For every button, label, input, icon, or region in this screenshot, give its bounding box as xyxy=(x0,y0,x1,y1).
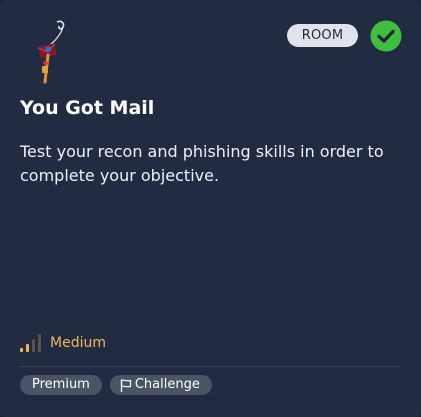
signal-bars-icon xyxy=(20,334,41,352)
tag-list: Premium Challenge xyxy=(20,375,212,395)
room-card[interactable]: ROOM You Got Mail Test your recon and ph… xyxy=(0,0,421,417)
check-circle-icon xyxy=(370,20,402,52)
premium-tag[interactable]: Premium xyxy=(20,375,102,395)
challenge-tag[interactable]: Challenge xyxy=(109,375,212,395)
divider xyxy=(20,366,401,367)
flag-icon xyxy=(120,378,131,392)
challenge-tag-label: Challenge xyxy=(134,377,200,392)
difficulty-indicator: Medium xyxy=(20,333,106,353)
room-description: Test your recon and phishing skills in o… xyxy=(20,142,384,185)
room-type-badge: ROOM xyxy=(287,24,358,47)
fishing-hook-icon xyxy=(37,20,65,84)
room-title[interactable]: You Got Mail xyxy=(20,95,154,121)
difficulty-label: Medium xyxy=(50,335,106,351)
